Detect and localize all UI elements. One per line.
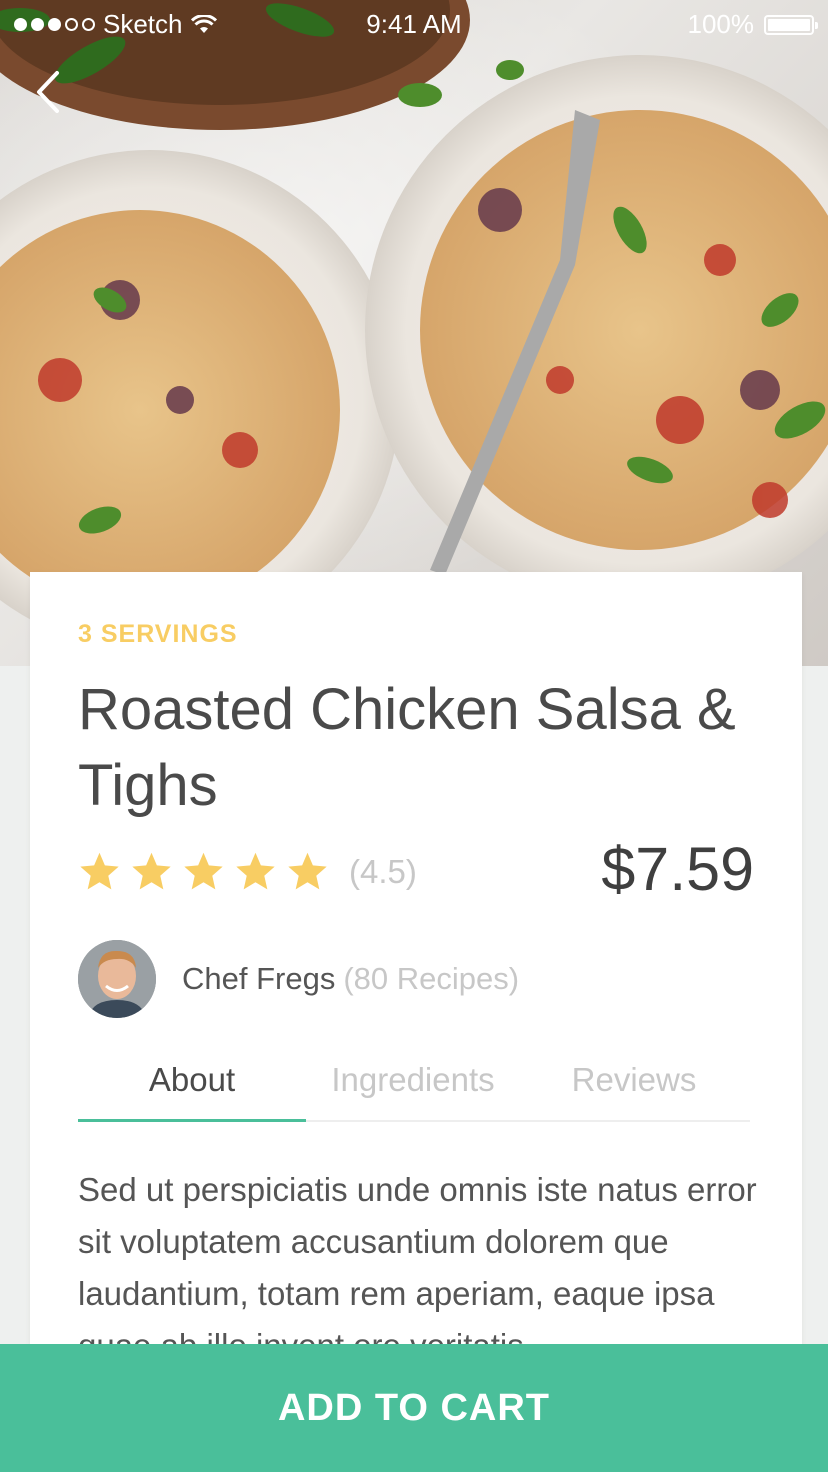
- star-icon: [132, 852, 171, 890]
- about-description: Sed ut perspiciatis unde omnis iste natu…: [78, 1171, 757, 1364]
- chevron-left-icon: [37, 71, 59, 113]
- chef-info[interactable]: Chef Fregs (80 Recipes): [78, 940, 519, 1018]
- status-bar: Sketch 9:41 AM 100%: [0, 0, 828, 48]
- star-icon: [184, 852, 223, 890]
- recipe-card: 3 SERVINGS Roasted Chicken Salsa & Tighs…: [30, 572, 802, 1372]
- rating-stars: [78, 850, 329, 893]
- recipe-title: Roasted Chicken Salsa & Tighs: [78, 677, 736, 818]
- chef-avatar[interactable]: [78, 940, 156, 1018]
- battery-icon: [764, 14, 818, 35]
- recipe-tabs: About Ingredients Reviews: [78, 1050, 750, 1122]
- add-to-cart-button[interactable]: ADD TO CART: [0, 1344, 828, 1472]
- rating: (4.5): [78, 850, 417, 893]
- servings-label: 3 SERVINGS: [78, 620, 238, 648]
- battery-percent: 100%: [687, 9, 755, 39]
- recipe-price: $7.59: [601, 835, 754, 903]
- rating-value: (4.5): [349, 852, 417, 890]
- star-icon: [80, 852, 119, 890]
- chef-recipe-count: (80 Recipes): [343, 961, 520, 996]
- star-icon: [288, 852, 327, 890]
- tab-reviews[interactable]: Reviews: [520, 1050, 748, 1120]
- tab-about[interactable]: About: [78, 1050, 306, 1122]
- chef-name: Chef Fregs: [182, 961, 336, 996]
- star-icon: [236, 852, 275, 890]
- back-button[interactable]: [20, 64, 76, 120]
- tab-ingredients[interactable]: Ingredients: [306, 1050, 520, 1120]
- recipe-hero-image: [0, 0, 828, 666]
